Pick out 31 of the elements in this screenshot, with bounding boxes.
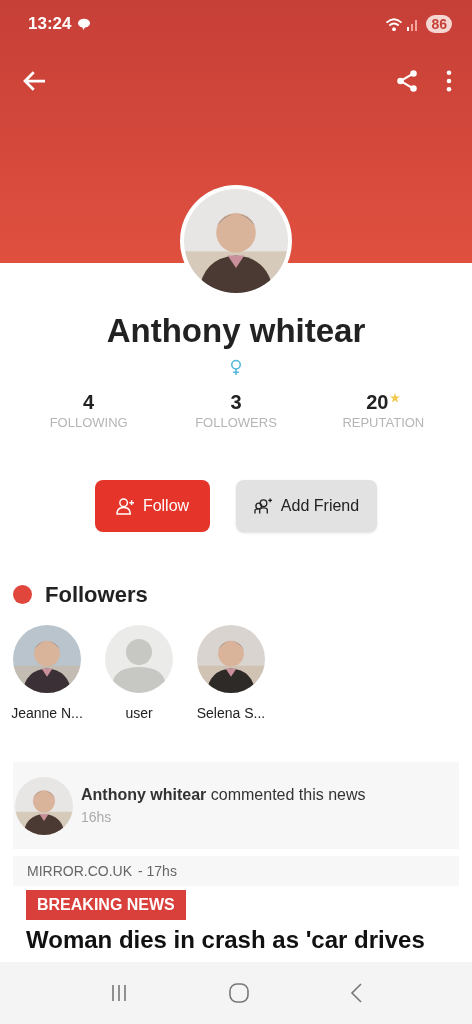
back-icon[interactable] bbox=[348, 982, 363, 1004]
share-icon[interactable] bbox=[394, 68, 420, 94]
news-time: - 17hs bbox=[138, 861, 177, 881]
add-friends-icon bbox=[253, 497, 273, 515]
stat-label: FOLLOWING bbox=[49, 414, 128, 432]
add-friend-button[interactable]: Add Friend bbox=[236, 480, 377, 532]
follower-name[interactable]: Selena S... bbox=[196, 703, 266, 724]
home-icon[interactable] bbox=[228, 982, 250, 1004]
breaking-news-badge: BREAKING NEWS bbox=[26, 890, 186, 920]
section-title: Followers bbox=[45, 581, 148, 609]
follower-name[interactable]: user bbox=[125, 703, 153, 724]
star-icon bbox=[390, 393, 401, 403]
more-options-icon[interactable] bbox=[446, 70, 452, 92]
stat-value: 20 bbox=[366, 390, 389, 414]
follower-name[interactable]: Jeanne N... bbox=[11, 703, 83, 724]
stat-value: 3 bbox=[230, 390, 242, 414]
add-person-icon bbox=[115, 497, 135, 515]
chat-icon bbox=[77, 18, 92, 30]
news-source: MIRROR.CO.UK bbox=[27, 861, 132, 881]
activity-text: Anthony whitear commented this news bbox=[81, 785, 366, 805]
female-symbol-icon bbox=[230, 359, 242, 376]
activity-time: 16hs bbox=[81, 808, 113, 827]
stat-label: REPUTATION bbox=[342, 414, 425, 432]
status-time: 13:24 bbox=[28, 13, 72, 36]
news-headline[interactable]: Woman dies in crash as 'car drives bbox=[26, 926, 446, 954]
stat-label: FOLLOWERS bbox=[195, 414, 277, 432]
wifi-icon bbox=[384, 16, 405, 32]
follow-button[interactable]: Follow bbox=[95, 480, 210, 532]
battery-indicator: 86 bbox=[426, 15, 452, 33]
stat-value: 4 bbox=[83, 390, 95, 414]
profile-name: Anthony whitear bbox=[106, 311, 366, 351]
